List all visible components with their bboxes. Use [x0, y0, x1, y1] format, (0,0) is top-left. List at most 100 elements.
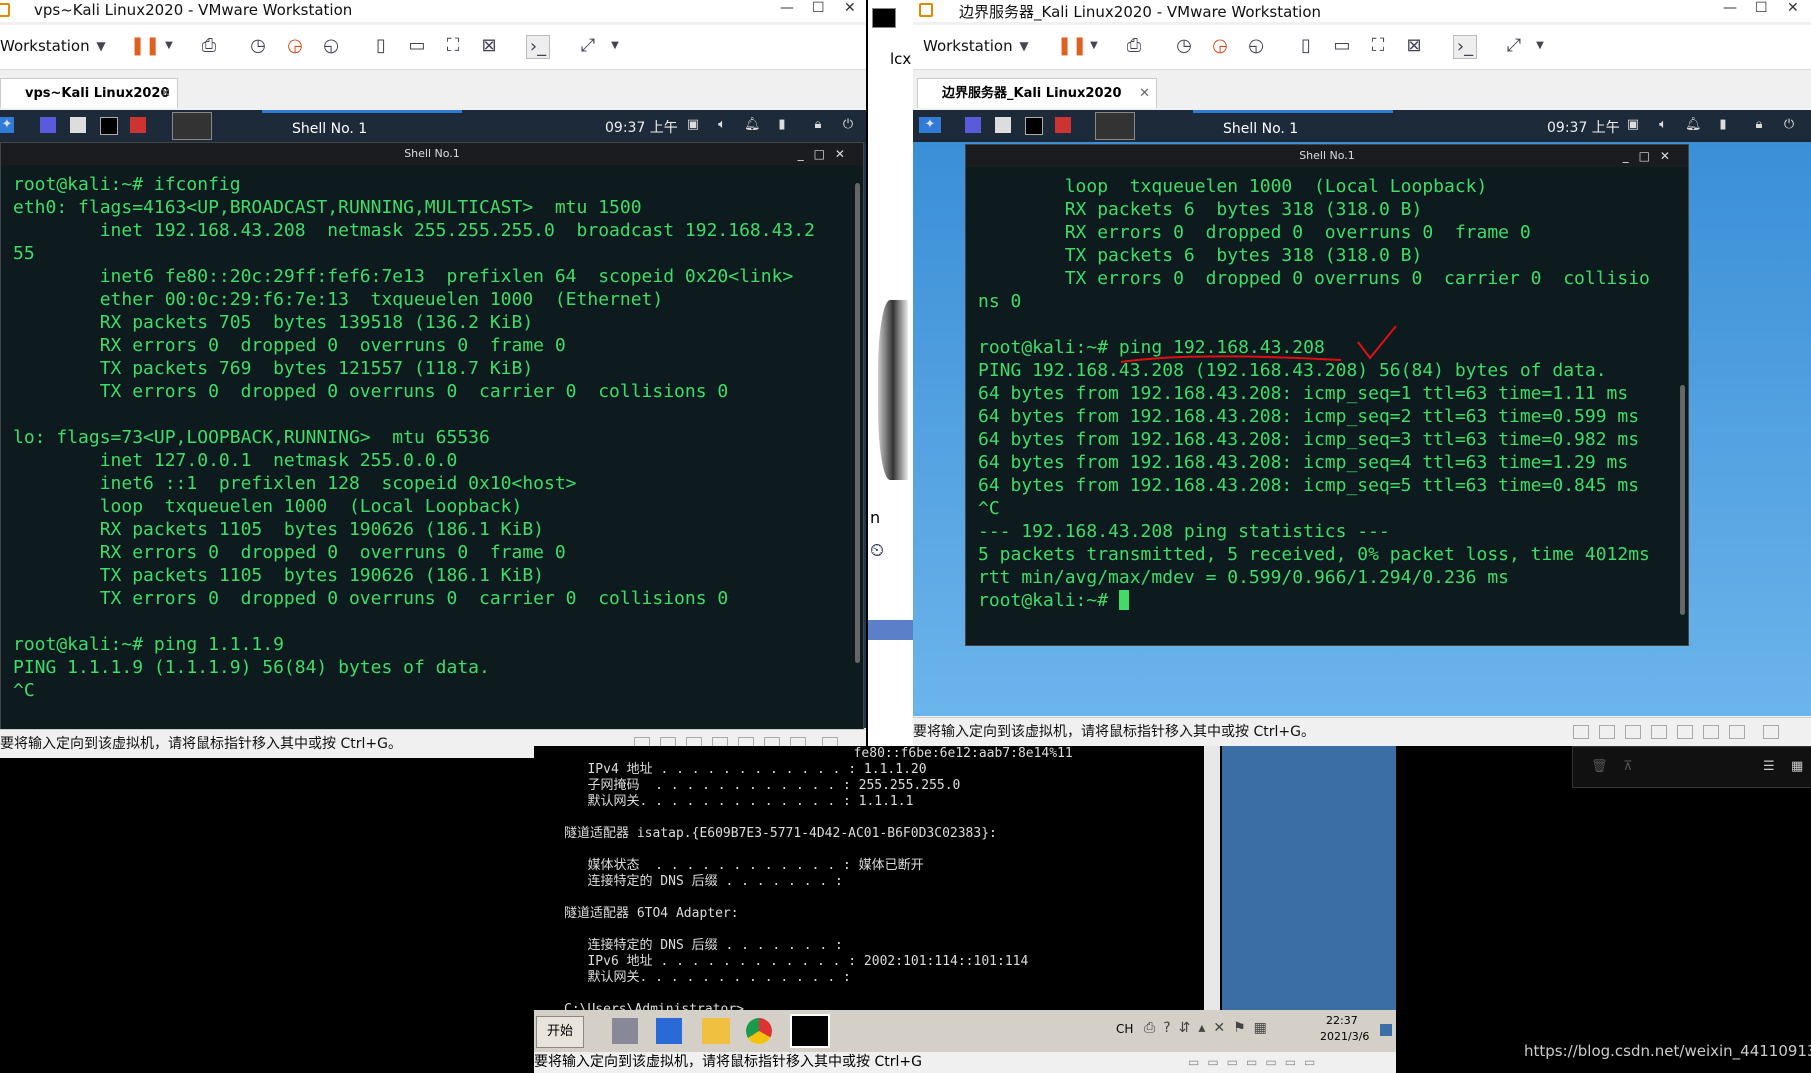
pin-icon[interactable]: ⊼ — [1623, 759, 1633, 774]
server-manager-icon[interactable] — [612, 1018, 638, 1044]
terminal-active-icon[interactable] — [1095, 112, 1135, 140]
send-keys-icon[interactable]: ⎙ — [198, 35, 220, 57]
sidebar-icon[interactable]: ▯ — [1295, 35, 1317, 57]
workspace-icon[interactable] — [965, 117, 981, 133]
right-terminal-scrollbar[interactable] — [1680, 385, 1685, 615]
dropdown-arrow-icon[interactable]: ▼ — [158, 35, 180, 57]
terminal-window-controls[interactable]: _□✕ — [1623, 145, 1680, 167]
files-icon[interactable] — [70, 117, 86, 133]
dropdown-arrow-icon[interactable]: ▼ — [604, 35, 626, 57]
network-icon[interactable] — [1625, 725, 1641, 739]
bell-icon[interactable]: 🔔︎ — [1685, 117, 1702, 133]
display-icon[interactable]: ▣ — [685, 117, 701, 133]
pause-icon[interactable]: ❚❚ — [130, 35, 160, 57]
tab-right-vm[interactable]: 边界服务器_Kali Linux2020 ✕ — [917, 78, 1157, 108]
snapshot-manager-icon[interactable]: ◵ — [1245, 35, 1267, 57]
right-terminal-window[interactable]: Shell No.1 _□✕ loop txqueuelen 1000 (Loc… — [965, 144, 1689, 646]
tab-left-vm[interactable]: vps~Kali Linux2020 ✕ — [0, 78, 178, 108]
close-button[interactable]: ✕ — [1787, 0, 1799, 16]
sidebar-icon[interactable]: ▯ — [370, 35, 392, 57]
device-icon[interactable] — [1573, 725, 1589, 739]
list-icon[interactable]: ☰ — [1763, 759, 1775, 774]
camera-icon[interactable] — [1729, 725, 1745, 739]
cmd-mini-icon — [872, 8, 896, 28]
grid-icon[interactable]: ▦ — [1791, 759, 1803, 774]
start-button[interactable]: 开始 — [536, 1016, 584, 1048]
cmd-scrollbar[interactable] — [1204, 746, 1220, 1010]
windows-cmd-window[interactable]: fe80::f6be:6e12:aab7:8e14%11 IPv4 地址 . .… — [534, 746, 1220, 1010]
cmd-taskbar-icon[interactable] — [790, 1014, 830, 1048]
workspace-icon[interactable] — [40, 117, 56, 133]
snapshot-manager-icon[interactable]: ◵ — [320, 35, 342, 57]
dropdown-arrow-icon[interactable]: ▼ — [90, 35, 112, 57]
lock-icon[interactable]: 🔒︎ — [1751, 117, 1767, 133]
tab-close-icon[interactable]: ✕ — [160, 79, 171, 109]
usb-icon[interactable] — [1703, 725, 1719, 739]
terminal-window-controls[interactable]: _□✕ — [798, 143, 855, 165]
view-icon[interactable]: ▭ — [406, 35, 428, 57]
fullscreen-icon[interactable]: ⛶ — [442, 35, 464, 57]
left-terminal-scrollbar[interactable] — [855, 183, 860, 663]
language-indicator[interactable]: CH — [1116, 1022, 1133, 1036]
snapshot-icon[interactable]: ◷ — [247, 35, 269, 57]
power-icon[interactable]: ⏻ — [840, 117, 856, 133]
unity-icon[interactable]: ⊠ — [1403, 35, 1425, 57]
kali-menu-icon[interactable]: ✦ — [0, 117, 14, 133]
revert-snapshot-icon[interactable]: ◶ — [284, 35, 306, 57]
show-desktop-icon[interactable] — [1380, 1024, 1392, 1036]
device-icon[interactable] — [1677, 725, 1693, 739]
maximize-button[interactable]: ☐ — [1755, 0, 1768, 16]
view-icon[interactable]: ▭ — [1331, 35, 1353, 57]
display-icon[interactable]: ▣ — [1625, 117, 1641, 133]
battery-icon[interactable]: ▮ — [1715, 117, 1731, 133]
bell-icon[interactable]: 🔔︎ — [744, 117, 761, 133]
workstation-menu[interactable]: Workstation — [923, 37, 1013, 55]
minimize-button[interactable]: — — [1723, 0, 1737, 16]
dropdown-arrow-icon[interactable]: ▼ — [1083, 35, 1105, 57]
left-terminal-window[interactable]: Shell No.1 _□✕ root@kali:~# ifconfig eth… — [0, 142, 864, 730]
unity-icon[interactable]: ⊠ — [478, 35, 500, 57]
battery-icon[interactable]: ▮ — [774, 117, 790, 133]
volume-icon[interactable]: 🔈︎ — [714, 117, 730, 133]
taskbar-shell-item[interactable]: Shell No. 1 — [262, 110, 462, 142]
right-vm-title: 边界服务器_Kali Linux2020 - VMware Workstatio… — [959, 3, 1322, 21]
close-button[interactable]: ✕ — [844, 0, 856, 16]
console-icon[interactable]: ›_ — [1453, 35, 1477, 59]
explorer-icon[interactable] — [702, 1018, 730, 1044]
power-icon[interactable]: ⏻ — [1781, 117, 1797, 133]
console-icon[interactable]: ›_ — [526, 35, 550, 59]
terminal-icon[interactable] — [100, 117, 118, 135]
app-icon[interactable] — [1055, 117, 1071, 133]
revert-snapshot-icon[interactable]: ◶ — [1209, 35, 1231, 57]
taskbar-shell-item[interactable]: Shell No. 1 — [1193, 110, 1393, 142]
device-icon[interactable] — [1599, 725, 1615, 739]
right-status-text: 要将输入定向到该虚拟机，请将鼠标指针移入其中或按 Ctrl+G。 — [913, 724, 1315, 740]
stretch-icon[interactable]: ⤢ — [1503, 35, 1525, 57]
right-vm-tabbar: 边界服务器_Kali Linux2020 ✕ — [913, 72, 1811, 110]
snapshot-icon[interactable]: ◷ — [1173, 35, 1195, 57]
trash-icon[interactable]: 🗑︎ — [1591, 759, 1608, 774]
maximize-button[interactable]: ☐ — [812, 0, 825, 16]
stretch-icon[interactable]: ⤢ — [577, 35, 599, 57]
minimize-button[interactable]: — — [780, 0, 794, 16]
tray-time: 22:37 — [1326, 1014, 1358, 1027]
workstation-menu[interactable]: Workstation — [0, 37, 90, 55]
watermark: https://blog.csdn.net/weixin_44110913 — [1524, 1042, 1811, 1060]
fullscreen-icon[interactable]: ⛶ — [1367, 35, 1389, 57]
app-icon[interactable] — [130, 117, 146, 133]
message-icon[interactable] — [1763, 725, 1779, 739]
sound-icon[interactable] — [1651, 725, 1667, 739]
chrome-icon[interactable] — [746, 1018, 772, 1044]
dropdown-arrow-icon[interactable]: ▼ — [1529, 35, 1551, 57]
dropdown-arrow-icon[interactable]: ▼ — [1013, 35, 1035, 57]
lock-icon[interactable]: 🔒︎ — [810, 117, 826, 133]
volume-icon[interactable]: 🔈︎ — [1655, 117, 1671, 133]
terminal-active-icon[interactable] — [172, 112, 212, 140]
terminal-icon[interactable] — [1025, 117, 1043, 135]
send-keys-icon[interactable]: ⎙ — [1123, 35, 1145, 57]
pause-icon[interactable]: ❚❚ — [1057, 35, 1087, 57]
files-icon[interactable] — [995, 117, 1011, 133]
tab-close-icon[interactable]: ✕ — [1139, 79, 1150, 109]
kali-menu-icon[interactable]: ✦ — [919, 117, 941, 133]
powershell-icon[interactable] — [656, 1018, 682, 1044]
